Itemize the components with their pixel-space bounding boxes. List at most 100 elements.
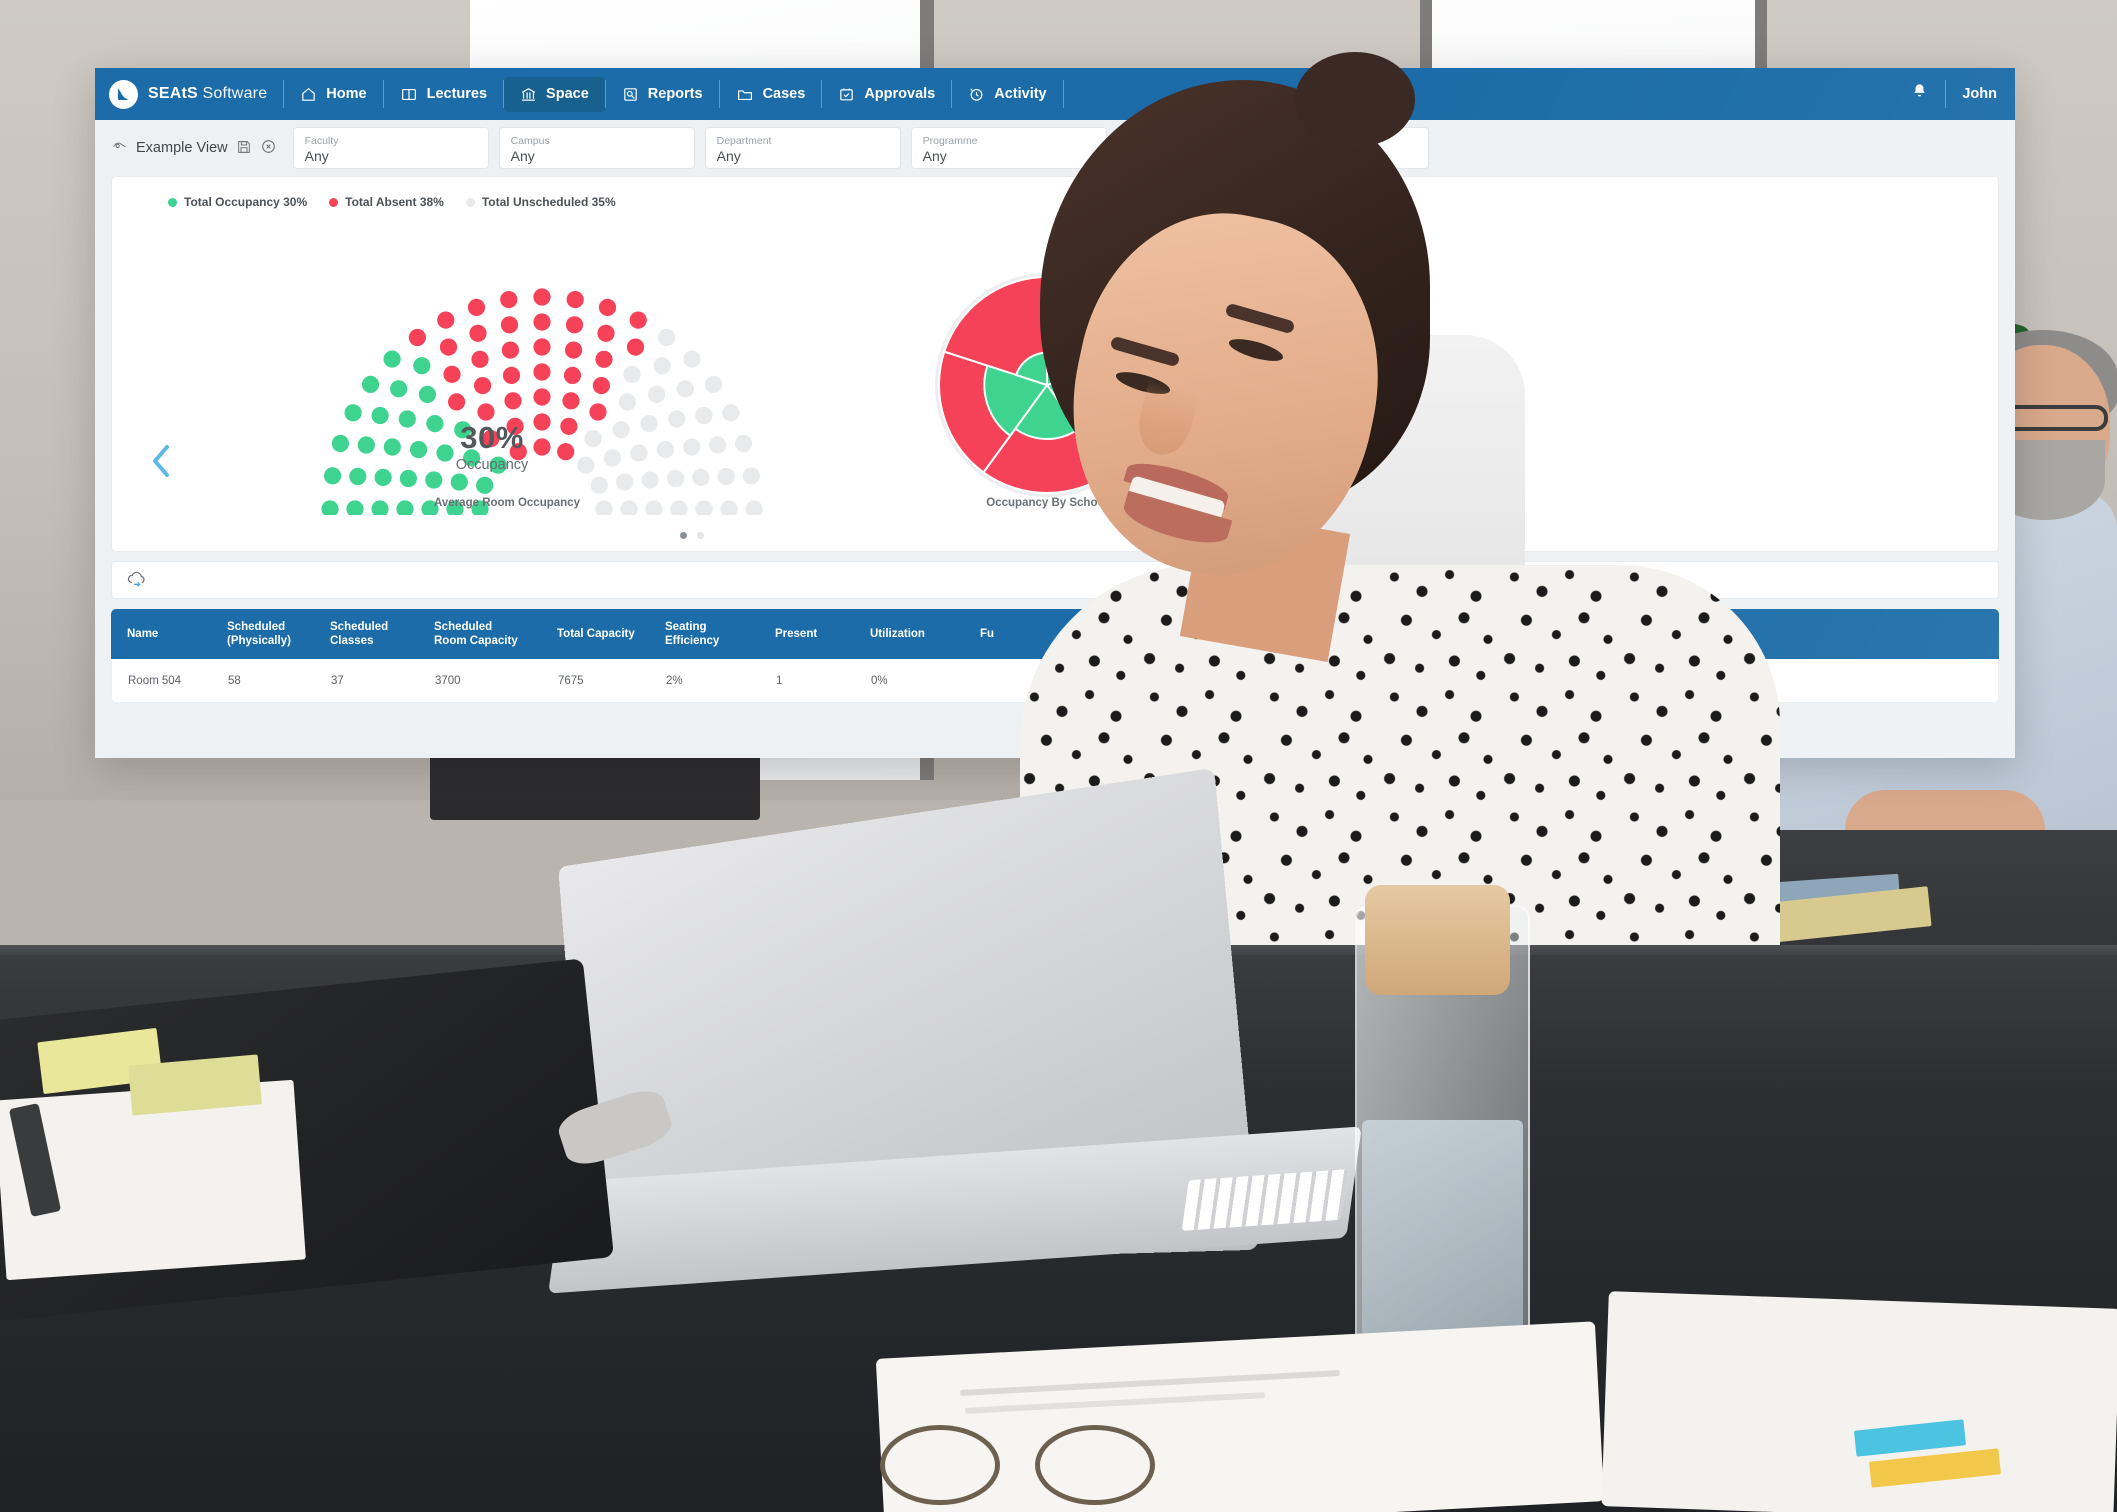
column-header-line2: (Physically) <box>227 635 291 647</box>
filter-label: Programme <box>922 135 978 147</box>
nav-label: Home <box>326 86 367 102</box>
eye-view-icon <box>111 139 128 157</box>
saved-view-name: Example View <box>136 140 228 156</box>
charts-carousel-panel: Total Occupancy 30% Total Absent 38% Tot… <box>111 176 1999 552</box>
chevron-down-icon[interactable] <box>1187 143 1200 161</box>
clock-history-icon <box>968 86 985 103</box>
seats-leaf-logo-icon <box>109 79 138 109</box>
nav-label: Approvals <box>864 86 936 102</box>
legend-label: Total Unscheduled 35% <box>481 195 616 209</box>
top-navigation-bar: SEAtS Software Home Lectures Space Repor… <box>95 68 2015 120</box>
nav-label: Activity <box>994 86 1047 102</box>
legend-item-unscheduled[interactable]: Total Unscheduled 35% <box>465 195 616 209</box>
desk-right-section <box>1700 830 2117 1130</box>
search-icon[interactable] <box>1296 141 1310 160</box>
nav-item-lectures[interactable]: Lectures <box>384 77 503 112</box>
chart-caption-right: Occupancy By School <box>986 497 1108 509</box>
nav-right-cluster: John <box>1910 68 1997 120</box>
cell-seating-efficiency: 2% <box>666 674 683 687</box>
gauge-center-readout: 30% Occupancy <box>402 420 582 473</box>
column-header-line2: Efficiency <box>665 635 720 647</box>
column-header-name[interactable]: Name <box>127 627 227 641</box>
legend-label: Total Occupancy 30% <box>184 195 308 209</box>
column-header-line2: Room Capacity <box>434 635 518 647</box>
nav-item-space[interactable]: Space <box>504 76 605 112</box>
column-header-utilization[interactable]: Utilization <box>870 627 980 641</box>
filter-faculty[interactable]: Faculty Any <box>292 127 489 169</box>
nav-label: Reports <box>647 86 703 102</box>
bank-icon <box>520 86 537 103</box>
export-toolbar <box>111 561 1999 599</box>
column-header-truncated[interactable]: Fu <box>980 627 1090 641</box>
legend-color-dot <box>329 197 339 207</box>
nav-item-home[interactable]: Home <box>284 77 382 112</box>
column-header-line1: Scheduled <box>434 621 493 633</box>
folder-icon <box>736 86 754 103</box>
filter-bar: Example View Faculty Any Campus Any Depa… <box>95 120 2015 176</box>
nav-item-activity[interactable]: Activity <box>952 77 1062 112</box>
occupancy-by-school-sunburst <box>935 273 1159 497</box>
book-icon <box>400 86 418 103</box>
bell-icon[interactable] <box>1910 82 1929 106</box>
carousel-dot-2[interactable] <box>697 532 704 539</box>
calendar-check-icon <box>838 86 855 103</box>
filter-department[interactable]: Department Any <box>704 127 901 169</box>
brand-bold: SEAtS <box>148 85 198 102</box>
column-header-scheduled-classes[interactable]: Scheduled Classes <box>330 620 434 648</box>
carousel-dot-1[interactable] <box>680 532 687 539</box>
cell-scheduled-physically: 58 <box>228 674 241 687</box>
filter-value: Any <box>716 148 741 164</box>
filter-search[interactable]: Search Search <box>1218 127 1319 169</box>
chevron-left-icon <box>144 445 178 487</box>
user-name[interactable]: John <box>1962 86 1997 102</box>
brand-text: SEAtS Software <box>148 85 267 103</box>
save-disk-icon[interactable] <box>236 139 252 158</box>
legend-color-dot <box>465 197 475 207</box>
report-search-icon <box>622 86 639 103</box>
legend-item-absent[interactable]: Total Absent 38% <box>329 195 444 209</box>
table-header-row: Name Scheduled (Physically) Scheduled Cl… <box>111 609 1999 659</box>
saved-view-chip[interactable]: Example View <box>111 138 283 158</box>
column-header-scheduled-physically[interactable]: Scheduled (Physically) <box>227 620 330 648</box>
nav-item-reports[interactable]: Reports <box>606 77 719 112</box>
cloud-export-icon[interactable] <box>126 569 148 592</box>
filter-programme[interactable]: Programme Any <box>910 127 1107 169</box>
legend-label: Total Absent 38% <box>345 195 444 209</box>
filter-label: Faculty <box>304 135 339 147</box>
table-row[interactable]: Room 504 58 37 3700 7675 2% 1 0% <box>111 659 1999 703</box>
filter-label: Campus <box>510 135 550 147</box>
seats-software-window: SEAtS Software Home Lectures Space Repor… <box>95 68 2015 758</box>
nav-label: Cases <box>762 86 806 102</box>
cell-utilization: 0% <box>871 674 888 687</box>
column-header-total-capacity[interactable]: Total Capacity <box>557 627 665 641</box>
rooms-table: Name Scheduled (Physically) Scheduled Cl… <box>111 609 1999 703</box>
carousel-page-dots[interactable] <box>592 532 792 539</box>
filter-focus[interactable]: Focus(rt) Students <box>1116 127 1209 169</box>
chart-legend: Total Occupancy 30% Total Absent 38% Tot… <box>112 177 1998 209</box>
brand-light: Software <box>197 85 268 102</box>
nav-divider <box>1945 80 1947 108</box>
column-header-line1: Scheduled <box>330 621 389 633</box>
nav-label: Lectures <box>426 86 488 102</box>
column-header-seating-efficiency[interactable]: Seating Efficiency <box>665 620 775 648</box>
column-header-scheduled-room-capacity[interactable]: Scheduled Room Capacity <box>434 620 557 648</box>
filter-value: Any <box>510 148 535 164</box>
cell-scheduled-room-capacity: 3700 <box>435 674 461 687</box>
column-header-line1: Seating <box>665 621 707 633</box>
filter-extra[interactable] <box>1328 127 1429 169</box>
cell-total-capacity: 7675 <box>558 674 584 687</box>
filter-campus[interactable]: Campus Any <box>498 127 695 169</box>
cell-scheduled-classes: 37 <box>331 674 344 687</box>
legend-item-occupancy[interactable]: Total Occupancy 30% <box>168 195 307 209</box>
cell-present: 1 <box>776 674 783 687</box>
carousel-prev-button[interactable] <box>144 439 178 488</box>
nav-item-cases[interactable]: Cases <box>720 77 822 112</box>
filter-label: Department <box>716 135 772 147</box>
home-icon <box>300 86 317 103</box>
clear-circle-icon[interactable] <box>260 138 277 158</box>
column-header-present[interactable]: Present <box>775 627 870 641</box>
gauge-percent: 30% <box>460 420 524 455</box>
nav-item-approvals[interactable]: Approvals <box>822 77 951 112</box>
brand[interactable]: SEAtS Software <box>109 79 283 109</box>
cell-name: Room 504 <box>128 674 182 687</box>
